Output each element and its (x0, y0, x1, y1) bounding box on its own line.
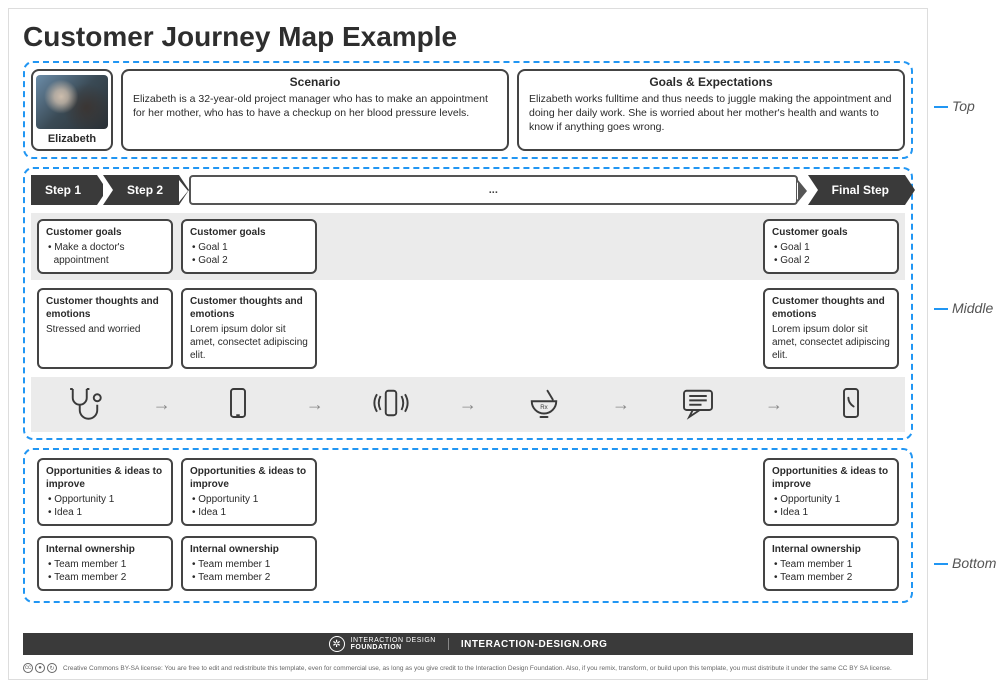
scenario-heading: Scenario (133, 75, 497, 89)
persona-card: Elizabeth (31, 69, 113, 151)
annotation-top: Top (934, 98, 975, 114)
cc-icon: cc (23, 663, 33, 673)
sa-icon: ↻ (47, 663, 57, 673)
annotation-middle: Middle (934, 300, 993, 316)
persona-photo (36, 75, 108, 129)
mortar-pestle-icon: Rx (523, 385, 565, 424)
step-final: Final Step (808, 175, 905, 205)
svg-text:Rx: Rx (541, 404, 548, 411)
license-line: cc●↻ Creative Commons BY-SA license: You… (23, 663, 913, 673)
thoughts-card-1: Customer thoughts and emotions Stressed … (37, 288, 173, 369)
thoughts-row: Customer thoughts and emotions Stressed … (31, 286, 905, 371)
tree-icon: ✲ (329, 636, 345, 652)
opportunities-row: Opportunities & ideas to improve Opportu… (31, 456, 905, 528)
goals-card-final: Customer goals Goal 1Goal 2 (763, 219, 899, 274)
scenario-body: Elizabeth is a 32-year-old project manag… (133, 92, 497, 120)
thoughts-card-final: Customer thoughts and emotions Lorem ips… (763, 288, 899, 369)
arrow-icon: → (612, 394, 630, 415)
license-text: Creative Commons BY-SA license: You are … (63, 665, 892, 672)
scenario-box: Scenario Elizabeth is a 32-year-old proj… (121, 69, 509, 151)
opp-card-final: Opportunities & ideas to improve Opportu… (763, 458, 899, 526)
footer-bar: ✲ INTERACTION DESIGN FOUNDATION INTERACT… (23, 633, 913, 655)
footer-logo: ✲ INTERACTION DESIGN FOUNDATION (329, 636, 436, 652)
arrow-icon: → (765, 394, 783, 415)
step-1: Step 1 (31, 175, 97, 205)
phone-icon (217, 385, 259, 424)
arrow-icon: → (459, 394, 477, 415)
page: Customer Journey Map Example Elizabeth S… (8, 8, 928, 680)
goals-body: Elizabeth works fulltime and thus needs … (529, 92, 893, 135)
opp-card-1: Opportunities & ideas to improve Opportu… (37, 458, 173, 526)
thoughts-card-2: Customer thoughts and emotions Lorem ips… (181, 288, 317, 369)
footer-url: INTERACTION-DESIGN.ORG (461, 639, 608, 650)
touchpoint-icons: → → → Rx → → (31, 377, 905, 432)
by-icon: ● (35, 663, 45, 673)
persona-name: Elizabeth (48, 133, 96, 145)
page-title: Customer Journey Map Example (23, 21, 913, 53)
phone-call-icon (830, 385, 872, 424)
chat-icon (677, 385, 719, 424)
opp-card-2: Opportunities & ideas to improve Opportu… (181, 458, 317, 526)
step-ellipsis: ... (189, 175, 798, 205)
customer-goals-row: Customer goals Make a doctor's appointme… (31, 213, 905, 280)
goals-heading: Goals & Expectations (529, 75, 893, 89)
goals-box: Goals & Expectations Elizabeth works ful… (517, 69, 905, 151)
bottom-section: Opportunities & ideas to improve Opportu… (23, 448, 913, 603)
goals-card-1: Customer goals Make a doctor's appointme… (37, 219, 173, 274)
middle-section: Step 1 Step 2 ... Final Step Customer go… (23, 167, 913, 440)
own-card-1: Internal ownership Team member 1Team mem… (37, 536, 173, 591)
annotation-bottom: Bottom (934, 555, 996, 571)
own-card-2: Internal ownership Team member 1Team mem… (181, 536, 317, 591)
cc-icons: cc●↻ (23, 663, 57, 673)
ownership-row: Internal ownership Team member 1Team mem… (31, 534, 905, 593)
stethoscope-icon (64, 385, 106, 424)
steps-row: Step 1 Step 2 ... Final Step (31, 175, 905, 205)
phone-ringing-icon (370, 385, 412, 424)
own-card-final: Internal ownership Team member 1Team mem… (763, 536, 899, 591)
goals-card-2: Customer goals Goal 1Goal 2 (181, 219, 317, 274)
arrow-icon: → (306, 394, 324, 415)
step-2: Step 2 (103, 175, 179, 205)
top-section: Elizabeth Scenario Elizabeth is a 32-yea… (23, 61, 913, 159)
arrow-icon: → (153, 394, 171, 415)
